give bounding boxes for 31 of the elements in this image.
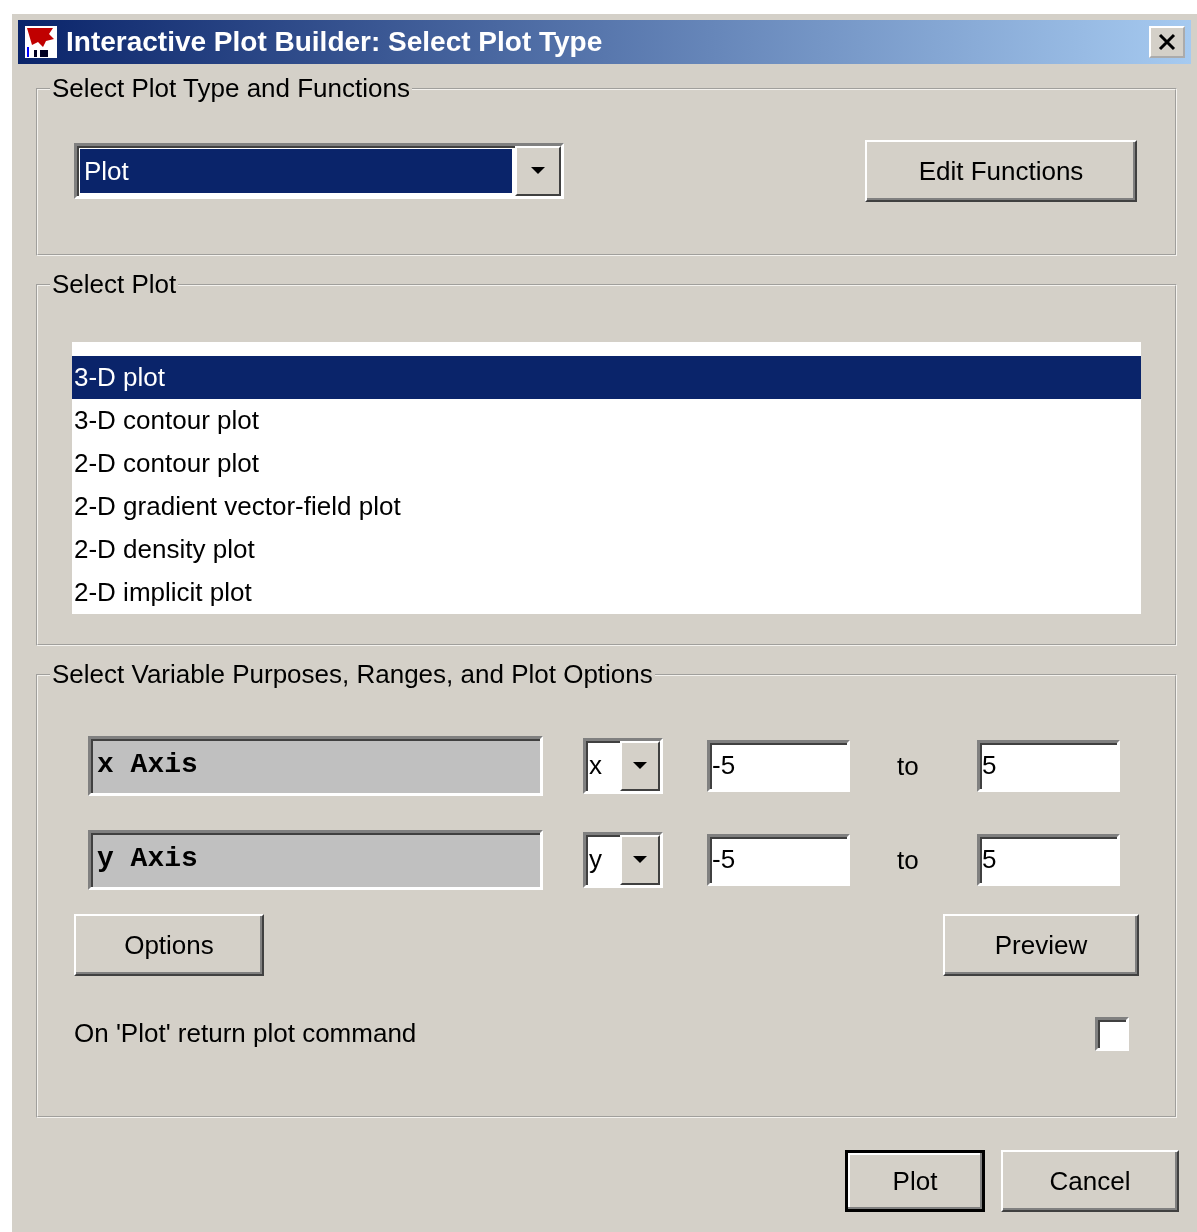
window-title: Interactive Plot Builder: Select Plot Type <box>66 25 604 59</box>
preview-button[interactable]: Preview <box>943 914 1139 976</box>
variable-dropdown[interactable]: x <box>583 738 663 794</box>
range-from-field[interactable]: -5 <box>707 834 850 886</box>
variable-name-field: y Axis <box>88 830 543 890</box>
plot-list-item[interactable]: 2-D density plot <box>72 528 1141 571</box>
dropdown-arrow-icon <box>633 856 647 864</box>
to-label: to <box>897 843 920 877</box>
dropdown-arrow-icon <box>531 167 545 175</box>
checkbox[interactable] <box>1095 1016 1129 1051</box>
range-from-field[interactable]: -5 <box>707 740 850 792</box>
checkbox-label: On 'Plot' return plot command <box>74 1017 417 1050</box>
dialog-button[interactable]: Plot <box>845 1150 985 1212</box>
variable-name-field: x Axis <box>88 736 543 796</box>
plot-list-item[interactable]: 3-D contour plot <box>72 399 1141 442</box>
range-to-field[interactable]: 5 <box>977 740 1120 792</box>
plot-list-item[interactable]: 3-D plot <box>72 356 1141 399</box>
plot-list-item[interactable]: 2-D gradient vector-field plot <box>72 485 1141 528</box>
app-logo-icon <box>24 25 58 59</box>
close-icon <box>1157 33 1177 51</box>
plot-type-dropdown[interactable]: Plot <box>74 143 564 199</box>
options-button[interactable]: Options <box>74 914 264 976</box>
variable-dropdown[interactable]: y <box>583 832 663 888</box>
edit-functions-button[interactable]: Edit Functions <box>865 140 1137 202</box>
plot-list-item[interactable]: 2-D implicit plot <box>72 571 1141 614</box>
plot-list-item[interactable]: 2-D contour plot <box>72 442 1141 485</box>
dialog-button[interactable]: Cancel <box>1001 1150 1179 1212</box>
to-label: to <box>897 749 920 783</box>
dropdown-arrow-icon <box>633 762 647 770</box>
close-button[interactable] <box>1149 26 1185 58</box>
range-to-field[interactable]: 5 <box>977 834 1120 886</box>
